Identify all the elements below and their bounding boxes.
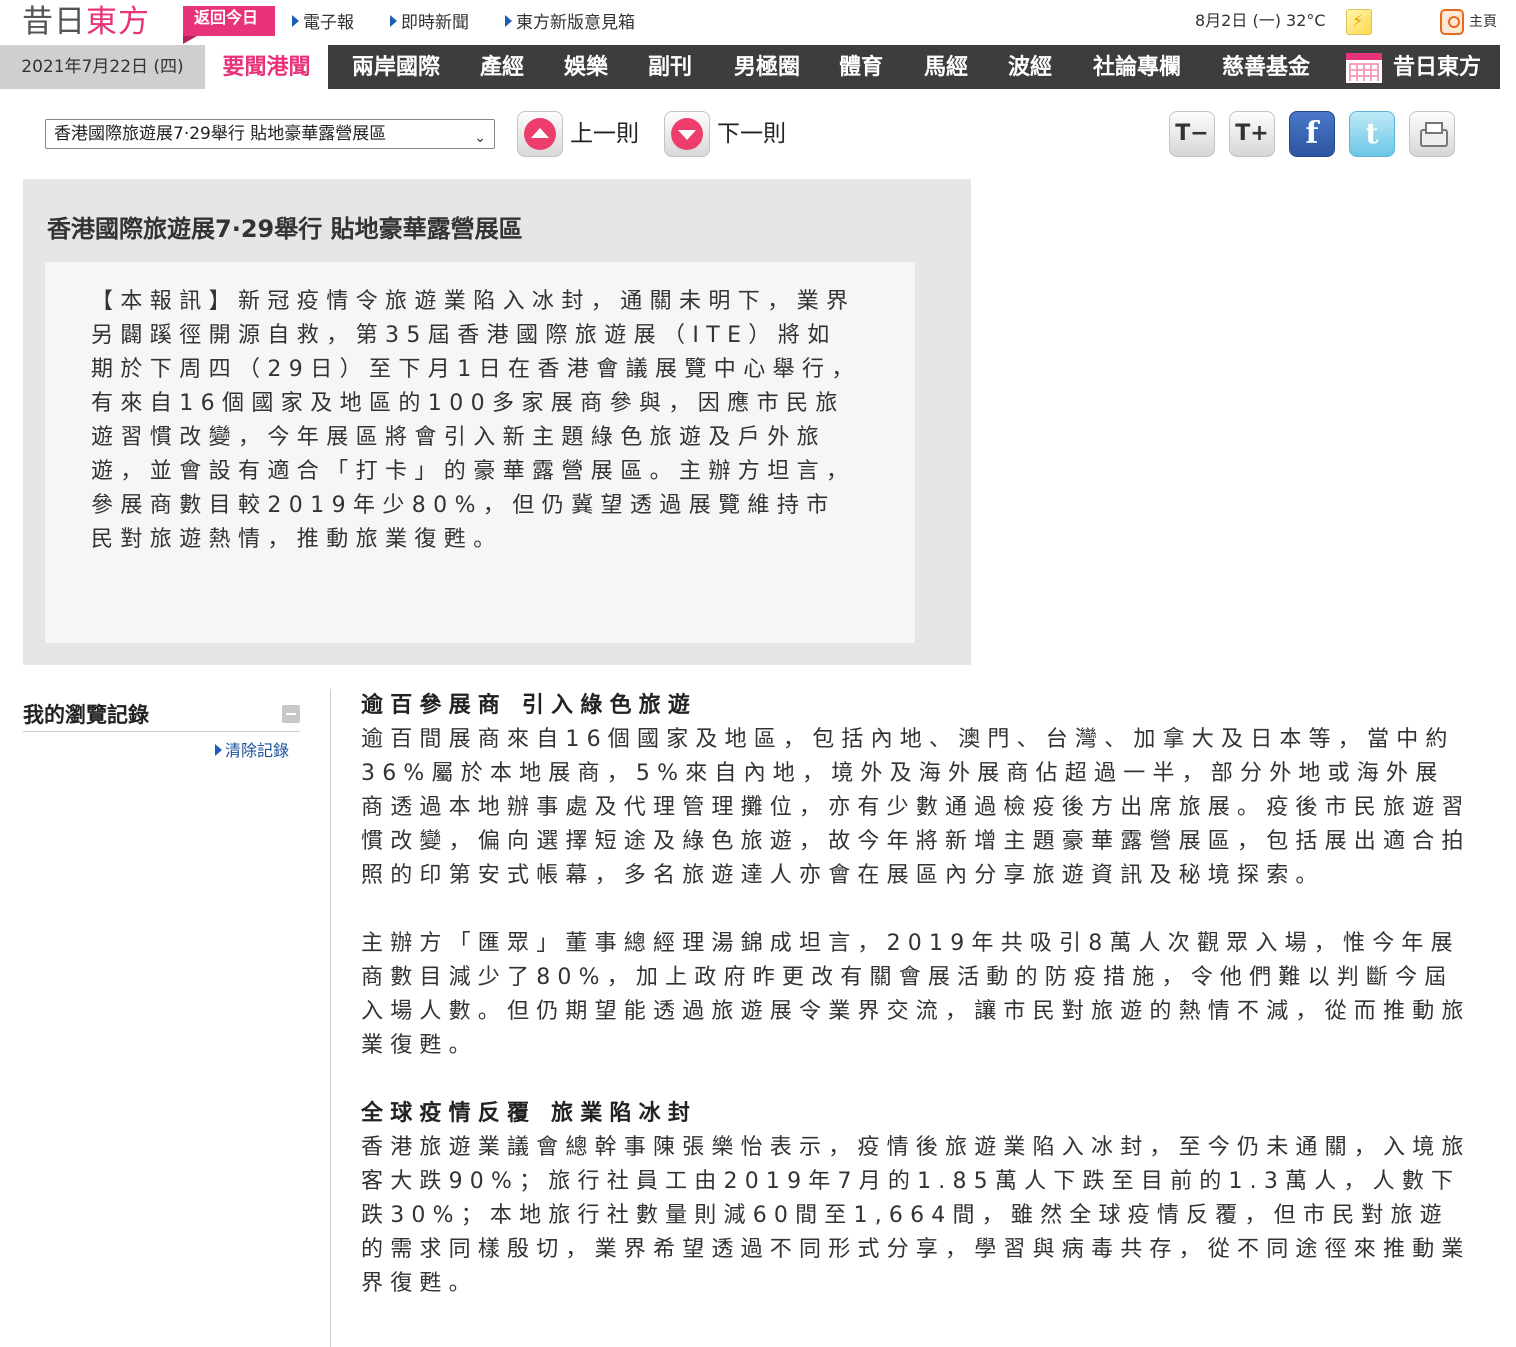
- article-summary-box: 香港國際旅遊展7·29舉行 貼地豪華露營展區 【本報訊】新冠疫情令旅遊業陷入冰封…: [23, 179, 971, 665]
- logo-part1: 昔日: [22, 4, 86, 40]
- nav-item-charity[interactable]: 慈善基金: [1210, 45, 1322, 89]
- arrow-icon: [390, 15, 397, 27]
- subheading: 全球疫情反覆 旅業陷冰封: [361, 1101, 698, 1126]
- article-select-value: 香港國際旅遊展7·29舉行 貼地豪華露營展區: [54, 124, 387, 144]
- top-bar: 昔日東方 返回今日 電子報 即時新聞 東方新版意見箱 8月2日 (一) 32°C…: [0, 0, 1516, 45]
- nav-item-finance[interactable]: 產經: [468, 45, 536, 89]
- link-instant-news[interactable]: 即時新聞: [390, 11, 469, 35]
- facebook-icon[interactable]: f: [1289, 111, 1335, 157]
- browsing-history-title: 我的瀏覽記錄: [23, 703, 149, 727]
- weather-icon: [1346, 9, 1372, 35]
- nav-item-supplement[interactable]: 副刊: [636, 45, 704, 89]
- arrow-icon: [215, 744, 222, 756]
- nav-item-sports[interactable]: 體育: [827, 45, 895, 89]
- nav-item-local-news[interactable]: 要聞港聞: [205, 45, 328, 89]
- nav-item-entertainment[interactable]: 娛樂: [552, 45, 620, 89]
- twitter-icon[interactable]: t: [1349, 111, 1395, 157]
- article-select[interactable]: 香港國際旅遊展7·29舉行 貼地豪華露營展區 ⌄: [45, 119, 495, 149]
- nav-item-editorial[interactable]: 社論專欄: [1081, 45, 1193, 89]
- clear-history-label: 清除記錄: [225, 741, 290, 760]
- site-logo[interactable]: 昔日東方: [22, 3, 150, 41]
- article-title: 香港國際旅遊展7·29舉行 貼地豪華露營展區: [47, 215, 523, 243]
- issue-date: 2021年7月22日 (四): [0, 45, 205, 89]
- link-epaper[interactable]: 電子報: [292, 11, 354, 35]
- arrow-icon: [505, 15, 512, 27]
- article-body: 逾百參展商 引入綠色旅遊 逾百間展商來自16個國家及地區，包括內地、澳門、台灣、…: [361, 689, 1471, 1335]
- nav-item-archive[interactable]: 昔日東方: [1386, 45, 1488, 89]
- nav-item-football[interactable]: 波經: [996, 45, 1064, 89]
- main-nav: 2021年7月22日 (四) 要聞港聞 兩岸國際 產經 娛樂 副刊 男極圈 體育…: [0, 45, 1500, 89]
- article-paragraph: 逾百間展商來自16個國家及地區，包括內地、澳門、台灣、加拿大及日本等，當中約36…: [361, 727, 1471, 888]
- column-divider: [330, 689, 331, 1347]
- print-icon[interactable]: [1409, 111, 1455, 157]
- weather-readout: 8月2日 (一) 32°C: [1195, 11, 1326, 30]
- return-today-button[interactable]: 返回今日: [183, 6, 275, 44]
- text-larger-button[interactable]: T+: [1229, 111, 1275, 157]
- arrow-icon: [292, 15, 299, 27]
- nav-item-mens[interactable]: 男極圈: [722, 45, 812, 89]
- prev-article-label[interactable]: 上一則: [570, 118, 639, 150]
- logo-part2: 東方: [86, 4, 150, 40]
- sidebar-divider: [23, 731, 300, 732]
- article-paragraph: 香港旅遊業議會總幹事陳張樂怡表示，疫情後旅遊業陷入冰封，至今仍未通關，入境旅客大…: [361, 1135, 1471, 1296]
- calendar-icon[interactable]: [1346, 53, 1382, 83]
- link-epaper-label: 電子報: [303, 13, 354, 33]
- nav-item-racing[interactable]: 馬經: [912, 45, 980, 89]
- link-instant-news-label: 即時新聞: [401, 13, 469, 33]
- chevron-down-icon: ⌄: [474, 130, 486, 146]
- up-arrow-icon: [524, 118, 556, 150]
- next-article-button[interactable]: [664, 111, 710, 157]
- summary-text: 【本報訊】新冠疫情令旅遊業陷入冰封，通關未明下，業界另闢蹊徑開源自救，第35屆香…: [91, 289, 861, 552]
- home-link[interactable]: 主頁: [1469, 12, 1497, 32]
- subheading: 逾百參展商 引入綠色旅遊: [361, 693, 698, 718]
- down-arrow-icon: [671, 118, 703, 150]
- prev-article-button[interactable]: [517, 111, 563, 157]
- nav-item-international[interactable]: 兩岸國際: [340, 45, 452, 89]
- summary-panel: 【本報訊】新冠疫情令旅遊業陷入冰封，通關未明下，業界另闢蹊徑開源自救，第35屆香…: [45, 262, 915, 643]
- collapse-icon[interactable]: [282, 705, 300, 723]
- next-article-label[interactable]: 下一則: [717, 118, 786, 150]
- text-smaller-button[interactable]: T−: [1169, 111, 1215, 157]
- link-feedback-label: 東方新版意見箱: [516, 13, 635, 33]
- article-paragraph: 主辦方「匯眾」董事總經理湯錦成坦言，2019年共吸引8萬人次觀眾入場，惟今年展商…: [361, 931, 1471, 1058]
- link-feedback[interactable]: 東方新版意見箱: [505, 11, 635, 35]
- home-icon[interactable]: [1440, 9, 1464, 35]
- clear-history-link[interactable]: 清除記錄: [215, 740, 289, 762]
